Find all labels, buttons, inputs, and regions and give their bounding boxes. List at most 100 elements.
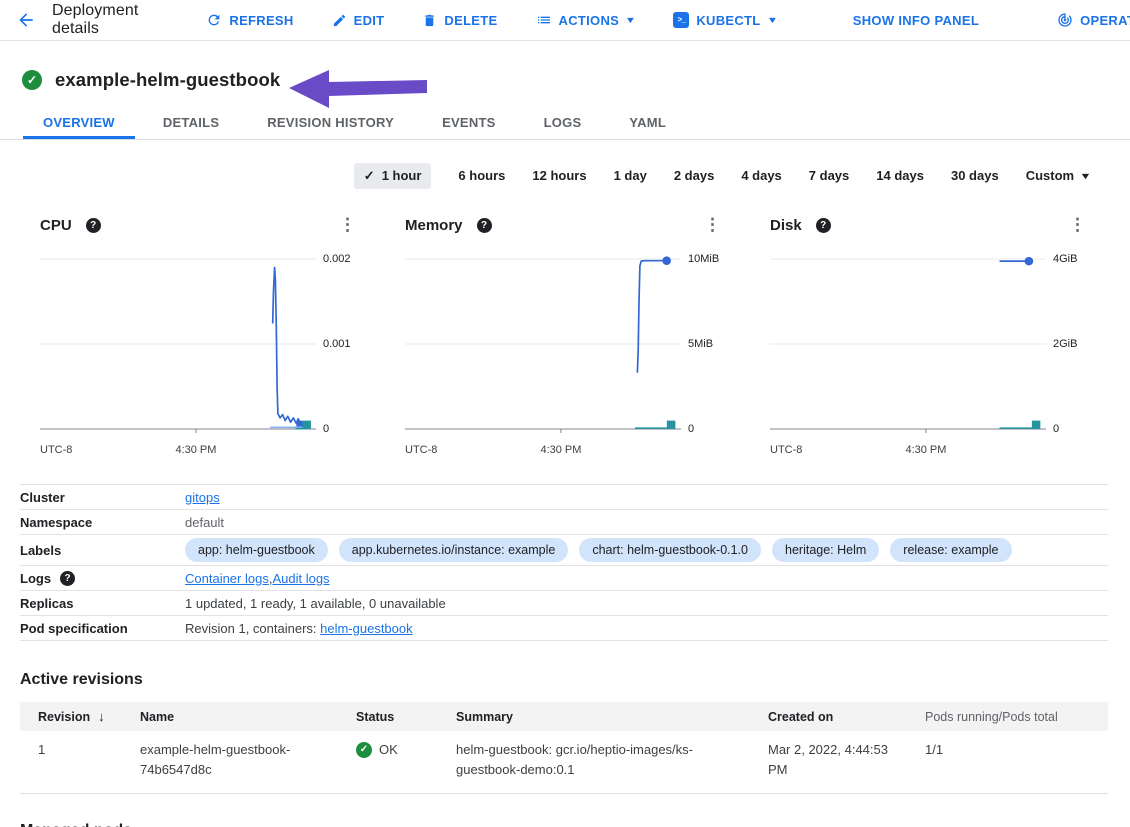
chart-menu-icon[interactable]: ⋮: [339, 215, 356, 235]
edit-button[interactable]: EDIT: [332, 13, 385, 28]
tab-details[interactable]: DETAILS: [143, 105, 239, 139]
pods-cell: 1/1: [925, 740, 1108, 760]
label-chip: heritage: Helm: [772, 538, 879, 562]
time-option-1-hour-selected[interactable]: ✓ 1 hour: [354, 163, 432, 189]
x-axis-labels: UTC-8 4:30 PM: [405, 444, 681, 459]
memory-plot-svg: [405, 245, 681, 441]
time-option-4-days[interactable]: 4 days: [741, 168, 781, 183]
deployment-metadata: Cluster gitops Namespace default Labels …: [20, 484, 1108, 641]
time-option-2-days[interactable]: 2 days: [674, 168, 714, 183]
y-tick: 0: [688, 423, 694, 435]
summary-cell: helm-guestbook: gcr.io/heptio-images/ks-…: [456, 740, 768, 780]
time-option-30-days[interactable]: 30 days: [951, 168, 999, 183]
status-ok-icon: ✓: [22, 70, 42, 90]
x-tick: 4:30 PM: [175, 444, 216, 456]
tab-yaml[interactable]: YAML: [609, 105, 686, 139]
top-toolbar: Deployment details REFRESH EDIT DELETE A…: [0, 0, 1130, 41]
tab-overview[interactable]: OVERVIEW: [23, 105, 135, 139]
logs-label: Logs: [20, 571, 51, 586]
refresh-icon: [206, 12, 222, 28]
chart-menu-icon[interactable]: ⋮: [1069, 215, 1086, 235]
time-option-14-days[interactable]: 14 days: [876, 168, 924, 183]
time-option-6-hours[interactable]: 6 hours: [458, 168, 505, 183]
replicas-label: Replicas: [20, 596, 185, 611]
cpu-chart: CPU ? ⋮ 0.002 0.001 0 UTC-8 4:30 PM: [40, 205, 360, 459]
pencil-icon: [332, 13, 347, 28]
show-info-panel-button[interactable]: SHOW INFO PANEL: [853, 13, 979, 28]
meta-row-cluster: Cluster gitops: [20, 485, 1108, 510]
deployment-name: example-helm-guestbook: [55, 69, 280, 91]
column-header-status: Status: [356, 710, 456, 724]
active-revisions-section: Active revisions Revision ↓ Name Status …: [20, 671, 1108, 794]
chevron-down-icon: ▼: [766, 15, 778, 25]
help-icon[interactable]: ?: [477, 218, 492, 233]
column-header-summary: Summary: [456, 710, 768, 724]
disk-plot-area: 4GiB 2GiB 0: [770, 245, 1046, 441]
chart-title-disk: Disk: [770, 217, 802, 234]
table-header-row: Revision ↓ Name Status Summary Created o…: [20, 702, 1108, 731]
actions-dropdown-button[interactable]: ACTIONS ▼: [536, 12, 636, 28]
chart-title-memory: Memory: [405, 217, 463, 234]
delete-button[interactable]: DELETE: [422, 13, 497, 28]
memory-plot-area: 10MiB 5MiB 0: [405, 245, 681, 441]
disk-chart: Disk ? ⋮ 4GiB 2GiB 0 UTC-8 4:30 PM: [770, 205, 1090, 459]
tab-bar: OVERVIEW DETAILS REVISION HISTORY EVENTS…: [0, 105, 1130, 140]
show-info-panel-label: SHOW INFO PANEL: [853, 13, 979, 28]
meta-row-logs: Logs ? Container logs, Audit logs: [20, 566, 1108, 591]
time-option-12-hours[interactable]: 12 hours: [532, 168, 586, 183]
pod-spec-prefix: Revision 1, containers:: [185, 621, 320, 636]
y-tick: 2GiB: [1053, 338, 1077, 350]
tab-events[interactable]: EVENTS: [422, 105, 516, 139]
time-option-custom[interactable]: Custom ▼: [1026, 168, 1090, 183]
custom-label: Custom: [1026, 168, 1074, 183]
managed-pods-title: Managed pods: [20, 822, 1130, 827]
operations-button[interactable]: OPERATIONS: [1057, 12, 1130, 28]
help-icon[interactable]: ?: [816, 218, 831, 233]
y-tick: 0: [323, 423, 329, 435]
column-header-created-on: Created on: [768, 710, 925, 724]
time-option-7-days[interactable]: 7 days: [809, 168, 849, 183]
label-chip: release: example: [890, 538, 1011, 562]
kubectl-dropdown-button[interactable]: >_ KUBECTL ▼: [673, 12, 776, 28]
chart-menu-icon[interactable]: ⋮: [704, 215, 721, 235]
disk-plot-svg: [770, 245, 1046, 441]
meta-row-labels: Labels app: helm-guestbook app.kubernete…: [20, 535, 1108, 566]
status-cell: ✓ OK: [356, 740, 456, 760]
namespace-value: default: [185, 515, 224, 530]
page-title: Deployment details: [52, 2, 138, 38]
check-icon: ✓: [364, 168, 375, 184]
column-header-revision[interactable]: Revision ↓: [20, 709, 140, 724]
deployment-header: ✓ example-helm-guestbook: [0, 41, 1130, 105]
time-option-1-day[interactable]: 1 day: [614, 168, 647, 183]
column-header-pods: Pods running/Pods total: [925, 710, 1108, 724]
active-revisions-title: Active revisions: [20, 671, 1108, 689]
refresh-label: REFRESH: [229, 13, 293, 28]
cluster-label: Cluster: [20, 490, 185, 505]
y-tick: 10MiB: [688, 253, 719, 265]
help-icon[interactable]: ?: [60, 571, 75, 586]
container-link[interactable]: helm-guestbook: [320, 621, 413, 636]
revision-cell: 1: [20, 740, 140, 760]
labels-label: Labels: [20, 543, 185, 558]
terminal-icon: >_: [673, 12, 689, 28]
cluster-link[interactable]: gitops: [185, 490, 220, 505]
operations-icon: [1057, 12, 1073, 28]
refresh-button[interactable]: REFRESH: [206, 12, 293, 28]
audit-logs-link[interactable]: Audit logs: [272, 571, 329, 586]
cpu-plot-area: 0.002 0.001 0: [40, 245, 316, 441]
name-cell: example-helm-guestbook-74b6547d8c: [140, 740, 356, 780]
help-icon[interactable]: ?: [86, 218, 101, 233]
meta-row-pod-specification: Pod specification Revision 1, containers…: [20, 616, 1108, 641]
tab-revision-history[interactable]: REVISION HISTORY: [247, 105, 414, 139]
timezone-label: UTC-8: [405, 444, 437, 456]
memory-chart: Memory ? ⋮ 10MiB 5MiB 0 UTC-8 4:30 PM: [405, 205, 725, 459]
container-logs-link[interactable]: Container logs: [185, 571, 269, 586]
y-tick: 0.002: [323, 253, 351, 265]
label-chip: chart: helm-guestbook-0.1.0: [579, 538, 761, 562]
timezone-label: UTC-8: [40, 444, 72, 456]
cpu-plot-svg: [40, 245, 316, 441]
label-chip: app.kubernetes.io/instance: example: [339, 538, 569, 562]
column-header-name: Name: [140, 710, 356, 724]
back-button[interactable]: [16, 6, 36, 34]
tab-logs[interactable]: LOGS: [524, 105, 602, 139]
